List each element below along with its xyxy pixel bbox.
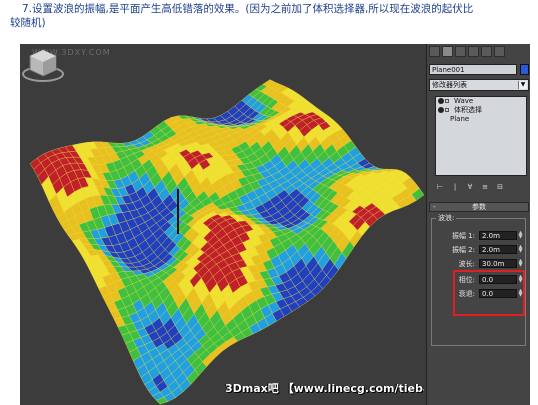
motion-tab-icon[interactable] [468, 46, 479, 57]
command-panel-tabs [429, 46, 529, 60]
collapse-icon: - [433, 203, 436, 211]
stack-item-label: Plane [450, 115, 470, 123]
command-panel: Plane001 修改器列表 ▼ Wave 体积选择 Plane ⊢ | ∀ ≡… [426, 44, 530, 405]
bulb-icon[interactable] [438, 98, 444, 104]
pin-stack-icon[interactable]: ⊢ [435, 182, 445, 192]
max-screenshot: WWW.3DXY.COM 3Dmax吧 【www.linecg.com/tieb… [20, 44, 530, 405]
show-end-result-icon[interactable]: | [450, 182, 460, 192]
modifier-stack: Wave 体积选择 Plane [435, 96, 527, 176]
modifier-list-label: 修改器列表 [432, 81, 467, 89]
display-tab-icon[interactable] [481, 46, 492, 57]
amplitude-1-input[interactable]: 2.0m [479, 231, 517, 240]
viewcube-icon[interactable] [20, 44, 66, 84]
configure-sets-icon[interactable]: ⊟ [495, 182, 505, 192]
rollout-title: 参数 [472, 203, 486, 211]
make-unique-icon[interactable]: ∀ [465, 182, 475, 192]
stack-item-label: 体积选择 [454, 106, 482, 114]
hierarchy-tab-icon[interactable] [455, 46, 466, 57]
create-tab-icon[interactable] [429, 46, 440, 57]
param-label: 振幅 1: [451, 232, 475, 240]
object-color-swatch[interactable] [520, 64, 529, 75]
utilities-tab-icon[interactable] [494, 46, 505, 57]
spinner-icon[interactable]: ▲ ▼ [518, 259, 523, 268]
chevron-down-icon: ▼ [518, 81, 527, 89]
expand-icon[interactable] [445, 108, 449, 112]
stack-item-volume-select[interactable]: 体积选择 [436, 106, 526, 115]
bulb-icon[interactable] [438, 107, 444, 113]
perspective-viewport[interactable]: WWW.3DXY.COM 3Dmax吧 【www.linecg.com/tieb… [20, 44, 424, 405]
caption-line-2: 较随机) [10, 17, 46, 29]
stack-item-wave[interactable]: Wave [436, 97, 526, 106]
param-amplitude-1: 振幅 1: 2.0m ▲ ▼ [432, 231, 527, 241]
param-amplitude-2: 振幅 2: 2.0m ▲ ▼ [432, 245, 527, 255]
parameters-rollout: - 参数 波浪: 振幅 1: 2.0m ▲ ▼ 振幅 2: 2.0m ▲ ▼ 波长:… [429, 202, 529, 402]
spinner-icon[interactable]: ▲ ▼ [518, 231, 523, 240]
highlight-box [453, 270, 525, 316]
stack-item-label: Wave [454, 97, 474, 105]
stack-toolbar: ⊢ | ∀ ≡ ⊟ [435, 182, 527, 192]
wavelength-input[interactable]: 30.0m [479, 259, 517, 268]
rollout-header[interactable]: - 参数 [429, 202, 529, 212]
caption-line-1: 7.设置波浪的振幅,是平面产生高低错落的效果。(因为之前加了体积选择器,所以现在… [22, 3, 474, 15]
modify-tab-icon[interactable] [442, 46, 453, 57]
amplitude-2-input[interactable]: 2.0m [479, 245, 517, 254]
stack-item-plane[interactable]: Plane [436, 115, 526, 124]
object-name-field[interactable]: Plane001 [429, 64, 517, 75]
param-label: 波长: [458, 260, 475, 268]
param-label: 振幅 2: [451, 246, 475, 254]
expand-icon[interactable] [445, 99, 449, 103]
param-wavelength: 波长: 30.0m ▲ ▼ [432, 259, 527, 269]
bottom-watermark: 3Dmax吧 【www.linecg.com/tieba/1771】 [225, 382, 424, 395]
spinner-icon[interactable]: ▲ ▼ [518, 245, 523, 254]
group-title: 波浪: [436, 213, 457, 223]
modifier-list-dropdown[interactable]: 修改器列表 ▼ [429, 79, 529, 91]
caption: 7.设置波浪的振幅,是平面产生高低错落的效果。(因为之前加了体积选择器,所以现在… [10, 2, 530, 30]
wave-mesh [29, 79, 424, 405]
remove-modifier-icon[interactable]: ≡ [480, 182, 490, 192]
